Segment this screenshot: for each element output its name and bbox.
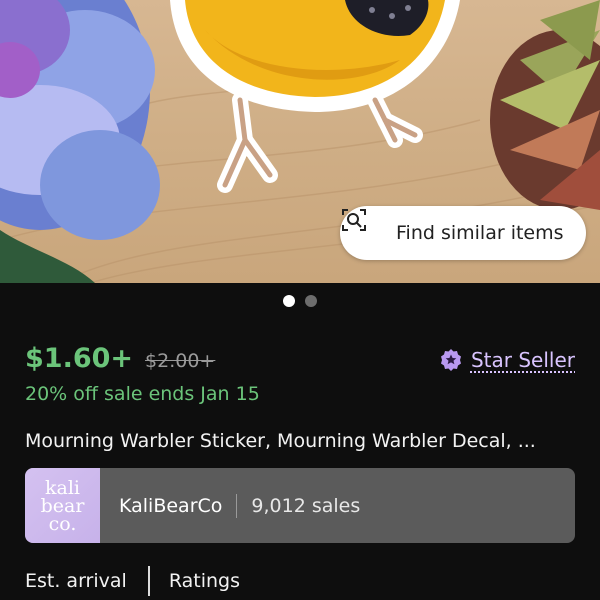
shop-name: KaliBearCo <box>119 494 223 517</box>
shop-logo-line-2: bear <box>40 494 85 517</box>
star-seller-badge[interactable]: Star Seller <box>439 348 575 372</box>
shop-card[interactable]: kali bear co. KaliBearCo 9,012 sales <box>25 468 575 543</box>
tab-divider <box>147 566 150 596</box>
shop-sales-count: 9,012 sales <box>251 494 361 517</box>
tab-ratings[interactable]: Ratings <box>169 570 240 592</box>
find-similar-button[interactable]: Find similar items <box>340 206 586 260</box>
shop-logo-line-3: co. <box>48 512 77 535</box>
original-price: $2.00+ <box>145 350 216 372</box>
product-image[interactable]: Find similar items <box>0 0 600 283</box>
carousel-dot-2[interactable] <box>305 295 317 307</box>
visual-search-icon <box>342 209 386 247</box>
shop-divider <box>236 493 238 518</box>
sale-price: $1.60+ <box>25 343 134 374</box>
listing-title[interactable]: Mourning Warbler Sticker, Mourning Warbl… <box>25 430 585 452</box>
shop-logo-line-1: kali <box>45 476 80 499</box>
tab-est-arrival[interactable]: Est. arrival <box>25 570 127 592</box>
info-tabs: Est. arrival Ratings <box>25 566 240 596</box>
carousel-dot-1[interactable] <box>283 295 295 307</box>
carousel-indicator <box>0 295 600 307</box>
price-row: $1.60+ $2.00+ <box>25 343 215 374</box>
shop-logo: kali bear co. <box>25 468 100 543</box>
star-seller-icon <box>439 348 463 372</box>
sale-ends-text: 20% off sale ends Jan 15 <box>25 383 260 405</box>
find-similar-label: Find similar items <box>396 222 564 244</box>
star-seller-label[interactable]: Star Seller <box>471 348 575 372</box>
